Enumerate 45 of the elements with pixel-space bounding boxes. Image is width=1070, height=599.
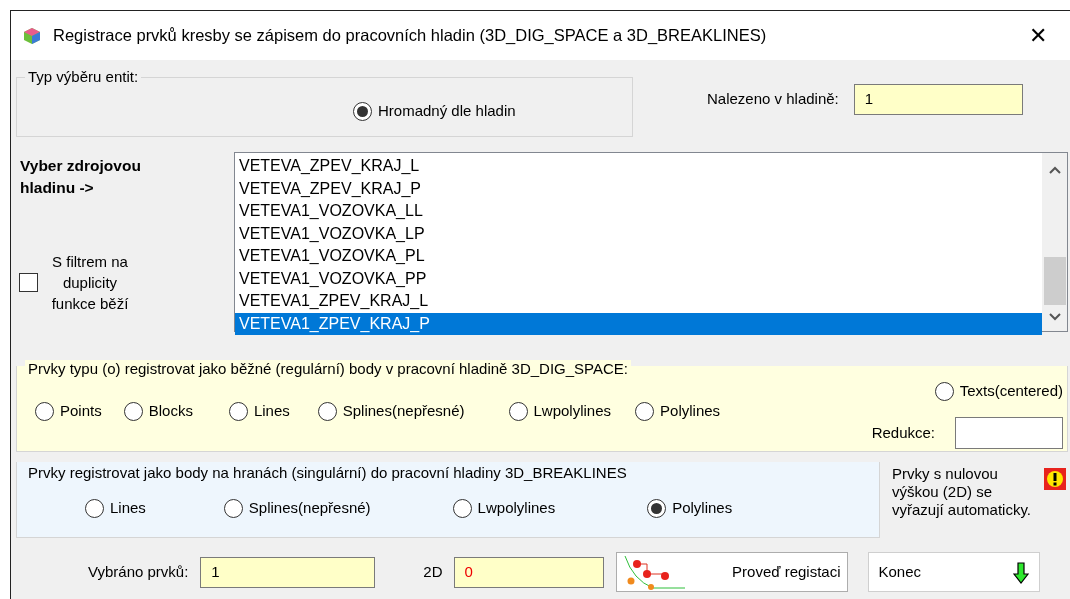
selected-count-label: Vybráno prvků:: [88, 561, 189, 582]
filter-checkbox[interactable]: [19, 273, 38, 292]
radio-option[interactable]: Splines(nepřesné): [223, 497, 371, 520]
scrollbar[interactable]: [1042, 153, 1067, 331]
layer-item[interactable]: VETEVA1_ZPEV_KRAJ_P: [235, 312, 1042, 335]
found-label: Nalezeno v hladině:: [707, 88, 839, 109]
source-layer-label: Vyber zdrojovou hladinu ->: [20, 156, 142, 198]
scroll-thumb[interactable]: [1043, 257, 1066, 305]
close-button[interactable]: Konec: [867, 552, 1040, 592]
layer-item[interactable]: VETEVA_ZPEV_KRAJ_P: [235, 177, 1042, 200]
filter-label: S filtrem na duplicity funkce běží: [50, 252, 130, 314]
found-field: 1: [853, 83, 1023, 115]
points-icon: [622, 554, 685, 590]
register-button[interactable]: Proveď registaci: [615, 552, 848, 592]
radio-option[interactable]: Polylines: [635, 400, 721, 423]
radio-option[interactable]: Polylines: [647, 497, 733, 520]
layer-item[interactable]: VETEVA1_VOZOVKA_LL: [235, 200, 1042, 223]
layer-item[interactable]: VETEVA1_VOZOVKA_PP: [235, 267, 1042, 290]
layer-item[interactable]: VETEVA_ZPEV_KRAJ_L: [235, 155, 1042, 178]
radio-option[interactable]: Splines(nepřesné): [317, 400, 465, 423]
selected-count-field: 1: [200, 556, 376, 588]
radio-option[interactable]: Hromadný dle hladin: [353, 100, 516, 123]
radio-option[interactable]: Blocks: [123, 400, 193, 423]
group-label: Typ výběru entit:: [25, 68, 142, 86]
down-arrow-icon: [1012, 561, 1029, 584]
radio-option[interactable]: Points: [35, 400, 102, 423]
radio-option[interactable]: Lines: [228, 400, 290, 423]
layer-item[interactable]: VETEVA1_VOZOVKA_LP: [235, 222, 1042, 245]
cube-icon: [23, 26, 41, 45]
radio-option[interactable]: Lwpolylines: [452, 497, 556, 520]
layer-item[interactable]: VETEVA1_VOZOVKA_PL: [235, 245, 1042, 268]
layer-item[interactable]: VETEVA1_ZPEV_KRAJ_L: [235, 290, 1042, 313]
count-2d-label: 2D: [423, 561, 443, 582]
warning-icon: [1044, 468, 1066, 490]
group-label: Prvky typu (o) registrovat jako běžné (regulární) body v pracovní hladině 3D_DIG_SPACE:: [25, 360, 631, 378]
layer-list[interactable]: VETEVA_ZPEV_KRAJ_L VETEVA_ZPEV_KRAJ_P VETEVA1_VOZOVKA_LL VETEVA1_VOZOVKA_LP VETEVA1_VOZOVKA_PL VETEVA1_VOZOVKA_PP VETEVA1_ZPEV_KRAJ_L VETEVA1_ZPEV_KRAJ_P: [234, 152, 1068, 332]
note-text: Prvky s nulovou výškou (2D) se vyřazují automaticky.: [892, 465, 1032, 520]
reduction-label: Redukce:: [871, 423, 935, 443]
radio-option[interactable]: Lines: [85, 497, 146, 520]
radio-option[interactable]: Lwpolylines: [508, 400, 612, 423]
close-button[interactable]: ✕: [1018, 15, 1058, 56]
reduction-field[interactable]: [955, 417, 1063, 450]
radio-option[interactable]: Texts(centered): [934, 380, 1063, 403]
window-title: Registrace prvků kresby se zápisem do pracovních hladin (3D_DIG_SPACE a 3D_BREAKLINES): [53, 25, 767, 47]
count-2d-field: 0: [453, 556, 604, 588]
